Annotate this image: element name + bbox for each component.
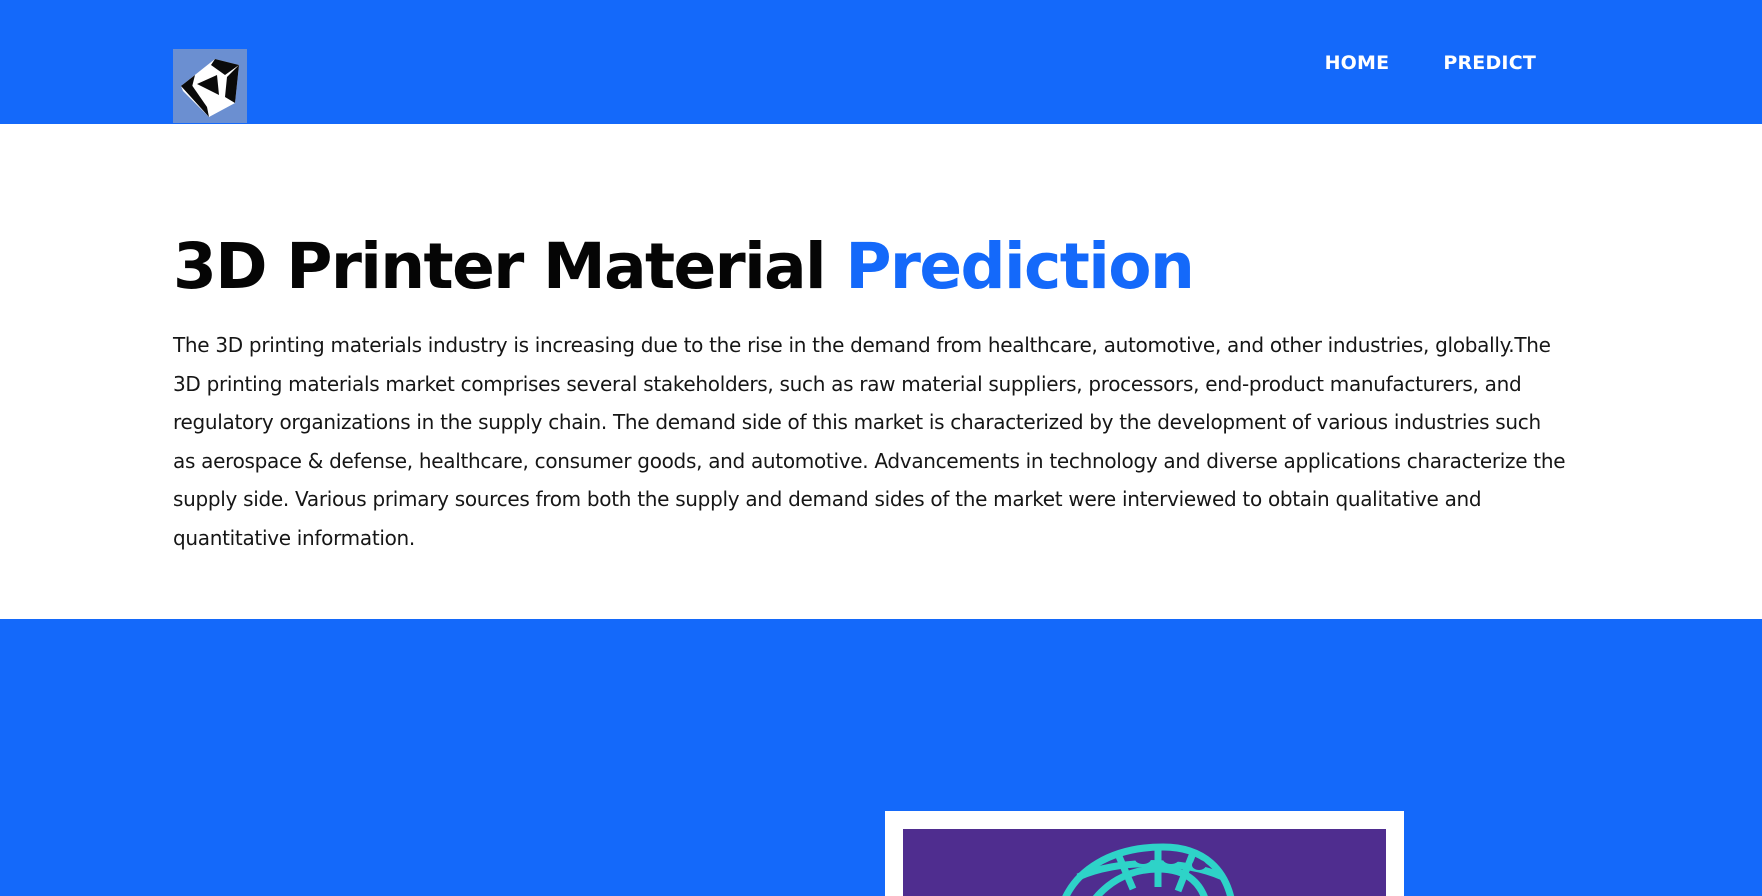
unity-cube-icon bbox=[181, 59, 239, 117]
intro-section: 3D Printer Material Prediction The 3D pr… bbox=[173, 228, 1573, 558]
image-frame bbox=[885, 811, 1404, 896]
3d-printed-mesh-image bbox=[903, 829, 1386, 896]
main-nav: HOME PREDICT bbox=[1325, 52, 1536, 74]
intro-description: The 3D printing materials industry is in… bbox=[173, 333, 1566, 550]
nav-home-link[interactable]: HOME bbox=[1325, 52, 1390, 74]
site-header: HOME PREDICT bbox=[0, 0, 1762, 124]
page-title: 3D Printer Material Prediction bbox=[173, 228, 1573, 306]
nav-predict-link[interactable]: PREDICT bbox=[1443, 52, 1536, 74]
page-title-accent: Prediction bbox=[845, 230, 1194, 303]
predict-section bbox=[0, 619, 1762, 896]
mesh-sphere-icon bbox=[1062, 843, 1235, 896]
logo[interactable] bbox=[173, 49, 247, 123]
page-title-main: 3D Printer Material bbox=[173, 230, 846, 303]
